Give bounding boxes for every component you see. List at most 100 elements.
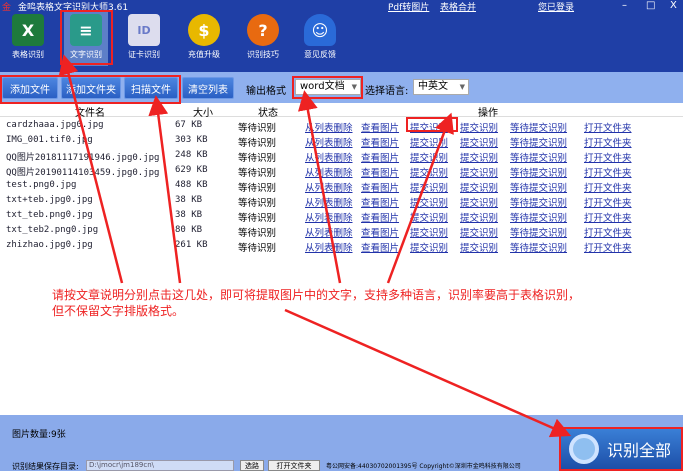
submit-recognition-link[interactable]: 提交识别 [410, 210, 448, 224]
submit-recognition-link[interactable]: 提交识别 [410, 195, 448, 209]
save-dir-input[interactable]: D:\jmocr\jm189cn\ [86, 460, 234, 471]
open-folder-link[interactable]: 打开文件夹 [584, 180, 632, 194]
view-image-link[interactable]: 查看图片 [361, 195, 399, 209]
submit-recognition-link-2[interactable]: 提交识别 [460, 225, 498, 239]
browse-button[interactable]: 选路 [240, 460, 264, 471]
waiting-submit-link[interactable]: 等待提交识别 [510, 225, 567, 239]
file-size: 80 KB [175, 225, 203, 235]
column-actions[interactable]: 操作 [478, 104, 498, 119]
submit-recognition-link[interactable]: 提交识别 [410, 165, 448, 179]
submit-recognition-link-2[interactable]: 提交识别 [460, 180, 498, 194]
mode-id-card-recognition[interactable]: ID 证卡识别 [122, 12, 166, 60]
file-name: QQ图片20190114103459.jpg0.jpg [6, 168, 160, 178]
view-image-link[interactable]: 查看图片 [361, 120, 399, 134]
view-image-link[interactable]: 查看图片 [361, 240, 399, 254]
remove-from-list-link[interactable]: 从列表删除 [305, 210, 353, 224]
submit-recognition-link[interactable]: 提交识别 [410, 180, 448, 194]
waiting-submit-link[interactable]: 等待提交识别 [510, 195, 567, 209]
column-filename[interactable]: 文件名 [75, 104, 105, 119]
file-size: 38 KB [175, 195, 203, 205]
waiting-submit-link[interactable]: 等待提交识别 [510, 135, 567, 149]
remove-from-list-link[interactable]: 从列表删除 [305, 120, 353, 134]
remove-from-list-link[interactable]: 从列表删除 [305, 180, 353, 194]
open-folder-link[interactable]: 打开文件夹 [584, 225, 632, 239]
annotation-line: 但不保留文字排版格式。 [52, 304, 185, 318]
id-card-icon: ID [128, 14, 160, 46]
column-size[interactable]: 大小 [193, 104, 213, 119]
file-size: 67 KB [175, 120, 203, 130]
waiting-submit-link[interactable]: 等待提交识别 [510, 120, 567, 134]
open-folder-link[interactable]: 打开文件夹 [584, 165, 632, 179]
open-folder-link[interactable]: 打开文件夹 [584, 240, 632, 254]
open-folder-link[interactable]: 打开文件夹 [584, 150, 632, 164]
image-count: 图片数量:9张 [12, 430, 66, 440]
mode-table-recognition[interactable]: X 表格识别 [6, 12, 50, 60]
remove-from-list-link[interactable]: 从列表删除 [305, 135, 353, 149]
view-image-link[interactable]: 查看图片 [361, 150, 399, 164]
table-row[interactable]: zhizhao.jpg0.jpg 261 KB 等待识别 从列表删除 查看图片 提交识… [0, 239, 683, 254]
highlight-output-format [292, 76, 363, 99]
file-status: 等待识别 [238, 228, 277, 239]
submit-recognition-link-2[interactable]: 提交识别 [460, 195, 498, 209]
login-status-link[interactable]: 您已登录 [538, 0, 574, 13]
remove-from-list-link[interactable]: 从列表删除 [305, 240, 353, 254]
open-folder-link[interactable]: 打开文件夹 [584, 210, 632, 224]
waiting-submit-link[interactable]: 等待提交识别 [510, 180, 567, 194]
table-merge-link[interactable]: 表格合并 [440, 0, 476, 13]
submit-recognition-link-2[interactable]: 提交识别 [460, 210, 498, 224]
submit-recognition-link-2[interactable]: 提交识别 [460, 165, 498, 179]
file-size: 248 KB [175, 150, 208, 160]
minimize-button[interactable]: – [622, 0, 627, 11]
arrow-to-recognize-all [284, 308, 572, 438]
qq-icon: ☺ [304, 14, 336, 46]
submit-recognition-link-2[interactable]: 提交识别 [460, 120, 498, 134]
table-row[interactable]: txt_teb2.png0.jpg 80 KB 等待识别 从列表删除 查看图片 提交识… [0, 224, 683, 239]
submit-recognition-link-2[interactable]: 提交识别 [460, 135, 498, 149]
mode-label: 证卡识别 [128, 50, 160, 59]
remove-from-list-link[interactable]: 从列表删除 [305, 225, 353, 239]
clear-list-button[interactable]: 清空列表 [182, 77, 234, 99]
open-folder-link[interactable]: 打开文件夹 [584, 120, 632, 134]
table-row[interactable]: cardzhaaa.jpg0.jpg 67 KB 等待识别 从列表删除 查看图片 提交… [0, 119, 683, 134]
table-row[interactable]: txt_teb.png0.jpg 38 KB 等待识别 从列表删除 查看图片 提交识别… [0, 209, 683, 224]
mode-feedback[interactable]: ☺ 意见反馈 [298, 12, 342, 60]
pdf-to-image-link[interactable]: Pdf转图片 [388, 0, 429, 13]
mode-recognition-tips[interactable]: ? 识别技巧 [241, 12, 285, 60]
remove-from-list-link[interactable]: 从列表删除 [305, 195, 353, 209]
table-row[interactable]: QQ图片20181117191946.jpg0.jpg 248 KB 等待识别 从… [0, 149, 683, 164]
mode-recharge-upgrade[interactable]: $ 充值升级 [182, 12, 226, 60]
close-button[interactable]: X [670, 0, 677, 11]
table-row[interactable]: IMG_001.tif0.jpg 303 KB 等待识别 从列表删除 查看图片 提交识… [0, 134, 683, 149]
table-row[interactable]: QQ图片20190114103459.jpg0.jpg 629 KB 等待识别 从… [0, 164, 683, 179]
waiting-submit-link[interactable]: 等待提交识别 [510, 150, 567, 164]
view-image-link[interactable]: 查看图片 [361, 180, 399, 194]
view-image-link[interactable]: 查看图片 [361, 210, 399, 224]
submit-recognition-link[interactable]: 提交识别 [410, 135, 448, 149]
table-row[interactable]: test.png0.jpg 488 KB 等待识别 从列表删除 查看图片 提交识别 提交… [0, 179, 683, 194]
remove-from-list-link[interactable]: 从列表删除 [305, 150, 353, 164]
waiting-submit-link[interactable]: 等待提交识别 [510, 165, 567, 179]
open-folder-button[interactable]: 打开文件夹 [268, 460, 320, 471]
language-select[interactable]: 中英文 ▼ [413, 79, 469, 95]
recognize-all-button[interactable]: 识别全部 [559, 427, 683, 471]
waiting-submit-link[interactable]: 等待提交识别 [510, 210, 567, 224]
file-name: test.png0.jpg [6, 180, 77, 190]
table-row[interactable]: txt+teb.jpg0.jpg 38 KB 等待识别 从列表删除 查看图片 提交识别… [0, 194, 683, 209]
view-image-link[interactable]: 查看图片 [361, 135, 399, 149]
highlight-submit [406, 117, 458, 132]
maximize-button[interactable]: □ [646, 0, 655, 11]
open-folder-link[interactable]: 打开文件夹 [584, 135, 632, 149]
submit-recognition-link[interactable]: 提交识别 [410, 240, 448, 254]
open-folder-link[interactable]: 打开文件夹 [584, 195, 632, 209]
submit-recognition-link-2[interactable]: 提交识别 [460, 240, 498, 254]
view-image-link[interactable]: 查看图片 [361, 165, 399, 179]
file-size: 303 KB [175, 135, 208, 145]
submit-recognition-link-2[interactable]: 提交识别 [460, 150, 498, 164]
waiting-submit-link[interactable]: 等待提交识别 [510, 240, 567, 254]
remove-from-list-link[interactable]: 从列表删除 [305, 165, 353, 179]
submit-recognition-link[interactable]: 提交识别 [410, 150, 448, 164]
view-image-link[interactable]: 查看图片 [361, 225, 399, 239]
submit-recognition-link[interactable]: 提交识别 [410, 225, 448, 239]
column-status[interactable]: 状态 [258, 104, 278, 119]
mode-label: 识别技巧 [247, 50, 279, 59]
